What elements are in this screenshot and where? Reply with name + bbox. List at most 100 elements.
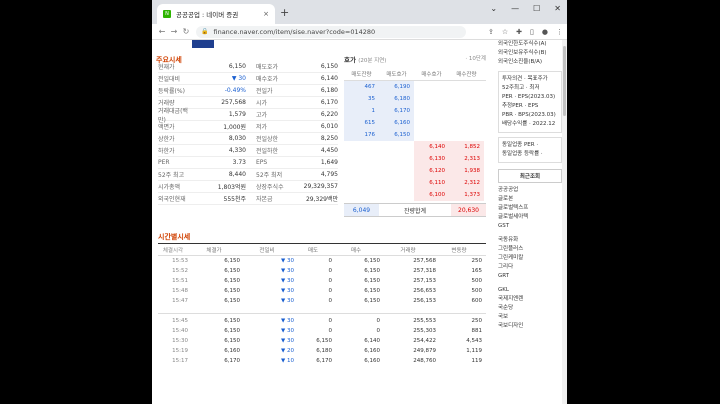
- industry-box: 동일업종 PER · 동일업종 등락률 ·: [498, 137, 562, 163]
- empty-cell: [344, 189, 379, 201]
- close-tab-icon[interactable]: ×: [263, 10, 269, 18]
- quote-value: 8,250: [320, 135, 338, 142]
- empty-cell: [379, 165, 414, 177]
- quote-value: 4,795: [320, 171, 338, 178]
- table-cell: 6,150: [364, 268, 380, 274]
- table-cell: 1,119: [466, 348, 482, 354]
- table-cell: ▼ 20: [281, 348, 294, 354]
- ask-qty: 1: [344, 105, 379, 117]
- quote-value: 8,030: [228, 135, 246, 142]
- bid-price[interactable]: 6,140: [414, 141, 449, 153]
- depth-select[interactable]: · 10단계: [465, 54, 486, 62]
- quote-label: 전일대비: [158, 76, 181, 83]
- forward-icon[interactable]: →: [168, 27, 180, 36]
- bid-price[interactable]: 6,110: [414, 177, 449, 189]
- share-icon[interactable]: ⇪: [488, 28, 494, 36]
- empty-cell: [449, 105, 484, 117]
- sidebar-item: 52주최고 · 최저: [502, 85, 540, 91]
- ask-price[interactable]: 6,170: [379, 105, 414, 117]
- table-cell: 257,568: [413, 258, 436, 264]
- minimize-icon[interactable]: —: [511, 4, 519, 13]
- sidebar-item[interactable]: 국순당: [498, 304, 562, 313]
- extension-icon[interactable]: ✚: [516, 28, 522, 36]
- table-cell: 6,150: [364, 258, 380, 264]
- table-cell: 0: [376, 328, 381, 334]
- sidebar-item[interactable]: 그린케미칼: [498, 254, 562, 263]
- reload-icon[interactable]: ↻: [180, 27, 192, 36]
- table-cell: ▼ 30: [281, 288, 294, 294]
- sidebar-item[interactable]: GRT: [498, 272, 562, 281]
- bid-price[interactable]: 6,130: [414, 153, 449, 165]
- browser-tab[interactable]: N 공공공업 : 네이버 증권 ×: [157, 4, 275, 24]
- ask-price[interactable]: 6,190: [379, 81, 414, 93]
- sidebar-item[interactable]: GST: [498, 222, 562, 231]
- table-cell: ▼ 30: [281, 268, 294, 274]
- bookmark-star-icon[interactable]: ☆: [502, 28, 508, 36]
- ask-qty: 35: [344, 93, 379, 105]
- sidebar-item[interactable]: 그린플러스: [498, 245, 562, 254]
- empty-cell: [414, 129, 449, 141]
- sidebar-item[interactable]: 국보디자인: [498, 322, 562, 331]
- ask-price[interactable]: 6,180: [379, 93, 414, 105]
- close-window-icon[interactable]: ✕: [554, 4, 561, 13]
- sidebar-item[interactable]: 공공공업: [498, 186, 562, 195]
- order-book-rows: 467 6,190 35 6,180 1 6,170 615 6,160 176 6,150 6,1…: [344, 81, 486, 201]
- sidebar-item[interactable]: 글로본: [498, 195, 562, 204]
- table-cell: 0: [328, 328, 333, 334]
- table-cell: 0: [328, 318, 333, 324]
- table-row: 15:17 6,170 ▼ 10 6,170 6,160 248,760 119: [158, 356, 486, 366]
- quote-value: 6,220: [320, 111, 338, 118]
- empty-cell: [414, 81, 449, 93]
- time-col-header: 체결시각: [162, 247, 184, 254]
- profile-icon[interactable]: ●: [542, 28, 548, 36]
- sidebar-item[interactable]: 글로벌세아텍: [498, 213, 562, 222]
- quote-row: 외국인현재 555천주 자본금 29,329백만: [158, 193, 338, 205]
- ask-price[interactable]: 6,150: [379, 129, 414, 141]
- menu-icon[interactable]: ⋮: [556, 28, 563, 36]
- sidebar-item[interactable]: 글로벌텍스프: [498, 204, 562, 213]
- scrollbar-thumb[interactable]: [563, 46, 566, 116]
- url-field[interactable]: 🔒 finance.naver.com/item/sise.naver?code…: [196, 25, 466, 38]
- quote-label: 등락률(%): [158, 88, 185, 95]
- quote-value: 4,450: [320, 147, 338, 154]
- table-cell: 15:53: [172, 258, 188, 264]
- sidebar-item[interactable]: 국보: [498, 313, 562, 322]
- table-cell: 0: [328, 278, 333, 284]
- sidepanel-icon[interactable]: ▯: [530, 28, 534, 36]
- time-table-group-1: 15:53 6,150 ▼ 30 0 6,150 257,568 250 15:52 6,150…: [158, 256, 486, 306]
- bid-row: 6,140 1,852: [344, 141, 486, 153]
- bid-price[interactable]: 6,120: [414, 165, 449, 177]
- table-cell: ▼ 30: [281, 338, 294, 344]
- ask-row: 176 6,150: [344, 129, 486, 141]
- sidebar-item[interactable]: 국동유화: [498, 236, 562, 245]
- sidebar-item[interactable]: GKL: [498, 286, 562, 295]
- order-book: 호가 (20분 지연) · 10단계 매도잔량 매도호가 매수호가 매수잔량 467 6…: [344, 54, 486, 217]
- main-column: 주요시세 현재가 6,150 매도호가 6,150 전일대비 ▼ 30 매수호가 6,140 등…: [152, 40, 490, 404]
- quote-value: 4,330: [228, 147, 246, 154]
- browser-window: N 공공공업 : 네이버 증권 × + ⌄ — ☐ ✕ ← → ↻ 🔒 fina…: [152, 0, 567, 404]
- empty-cell: [449, 117, 484, 129]
- active-subtab-marker[interactable]: [192, 40, 214, 48]
- empty-cell: [379, 141, 414, 153]
- recent-list-3: GKL 국제지엔렌 국순당 국보 국보디자인: [498, 286, 562, 331]
- time-col-header: 매수: [350, 247, 362, 254]
- table-cell: 15:48: [172, 288, 188, 294]
- new-tab-icon[interactable]: +: [280, 6, 289, 19]
- table-cell: 249,879: [413, 348, 436, 354]
- bid-price[interactable]: 6,100: [414, 189, 449, 201]
- sidebar-item[interactable]: 국제지엔렌: [498, 295, 562, 304]
- recent-views-tab[interactable]: 최근조회: [498, 169, 562, 183]
- back-icon[interactable]: ←: [156, 27, 168, 36]
- maximize-icon[interactable]: ☐: [533, 4, 540, 13]
- page-scrollbar[interactable]: [562, 40, 567, 404]
- ask-price[interactable]: 6,160: [379, 117, 414, 129]
- order-book-col-header: 매도호가: [386, 72, 407, 78]
- table-cell: 15:45: [172, 318, 188, 324]
- tab-search-icon[interactable]: ⌄: [490, 4, 497, 13]
- sidebar-item: 배당수익률 · 2022.12: [502, 121, 556, 127]
- table-cell: 0: [328, 288, 333, 294]
- delay-note: (20분 지연): [358, 58, 387, 64]
- sidebar-item[interactable]: 그리다: [498, 263, 562, 272]
- quote-label: 저가: [256, 124, 268, 131]
- sidebar-item: 외국인한도주식수(A): [498, 41, 547, 47]
